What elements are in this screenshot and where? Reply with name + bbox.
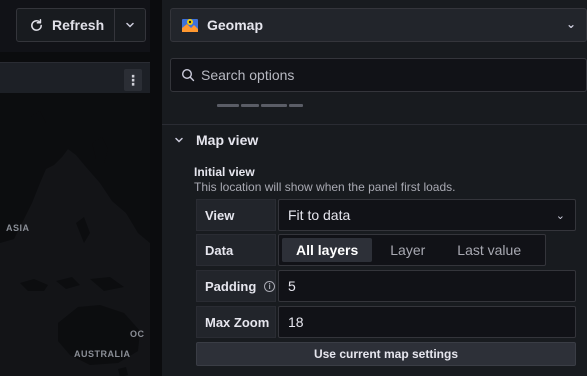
- chevron-down-icon: ⌄: [565, 17, 576, 31]
- refresh-icon: [31, 18, 42, 31]
- refresh-button-group: Refresh: [16, 8, 146, 42]
- panel-header: ⋮: [0, 63, 150, 93]
- max-zoom-label-text: Max Zoom: [205, 314, 270, 330]
- data-field: Data All layers Layer Last value: [196, 234, 576, 266]
- initial-view-title: Initial view: [194, 165, 255, 179]
- padding-input-box[interactable]: [278, 270, 576, 302]
- chevron-down-icon: ⌄: [555, 210, 565, 222]
- info-icon[interactable]: i: [264, 280, 275, 292]
- use-current-map-settings-button[interactable]: Use current map settings: [196, 342, 576, 366]
- section-title: Map view: [196, 132, 259, 148]
- search-icon: [181, 68, 195, 82]
- map-canvas[interactable]: ASIA AUSTRALIA OC: [0, 93, 150, 376]
- geomap-icon: [182, 19, 198, 32]
- max-zoom-field: Max Zoom: [196, 306, 576, 338]
- data-radio-group: All layers Layer Last value: [278, 234, 546, 266]
- map-label-australia: AUSTRALIA: [74, 349, 131, 359]
- map-label-oceania: OC: [130, 329, 145, 339]
- max-zoom-input[interactable]: [288, 314, 568, 330]
- refresh-button[interactable]: Refresh: [17, 9, 116, 41]
- refresh-label: Refresh: [52, 17, 105, 33]
- view-label-text: View: [205, 207, 235, 223]
- search-options-input[interactable]: [201, 67, 561, 83]
- chevron-down-icon: [126, 22, 134, 28]
- section-divider: [162, 124, 587, 125]
- data-label: Data: [196, 234, 276, 266]
- padding-field: Padding i: [196, 270, 576, 302]
- max-zoom-label: Max Zoom: [196, 306, 276, 338]
- data-option-layer[interactable]: Layer: [376, 238, 439, 262]
- padding-label: Padding i: [196, 270, 276, 302]
- data-option-all-layers[interactable]: All layers: [282, 238, 373, 262]
- section-header-map-view[interactable]: Map view: [174, 132, 258, 148]
- visualization-picker[interactable]: Geomap ⌄: [170, 8, 587, 42]
- panel-menu-button[interactable]: ⋮: [124, 69, 142, 91]
- map-panel: ⋮ ASIA AUSTRALIA OC: [0, 62, 150, 376]
- world-map: [0, 93, 150, 376]
- refresh-interval-dropdown[interactable]: [115, 9, 145, 41]
- view-select[interactable]: Fit to data ⌄: [278, 199, 576, 231]
- data-label-text: Data: [205, 242, 234, 258]
- padding-label-text: Padding: [205, 278, 257, 294]
- initial-view-description: This location will show when the panel f…: [194, 180, 456, 194]
- max-zoom-input-box[interactable]: [278, 306, 576, 338]
- visualization-name: Geomap: [207, 17, 264, 33]
- data-option-last-value[interactable]: Last value: [443, 238, 535, 262]
- search-options-field[interactable]: [170, 58, 587, 92]
- kebab-menu-icon: ⋮: [126, 71, 140, 88]
- view-label: View: [196, 199, 276, 231]
- toolbar: Refresh: [0, 0, 150, 52]
- map-label-asia: ASIA: [6, 223, 30, 233]
- scrolled-content-stub: [217, 104, 327, 108]
- options-pane: Geomap ⌄ Map view Initial view This loca…: [162, 0, 587, 376]
- view-field: View Fit to data ⌄: [196, 199, 576, 231]
- chevron-down-icon: [175, 137, 183, 143]
- padding-input[interactable]: [288, 278, 568, 294]
- view-select-value: Fit to data: [288, 207, 351, 223]
